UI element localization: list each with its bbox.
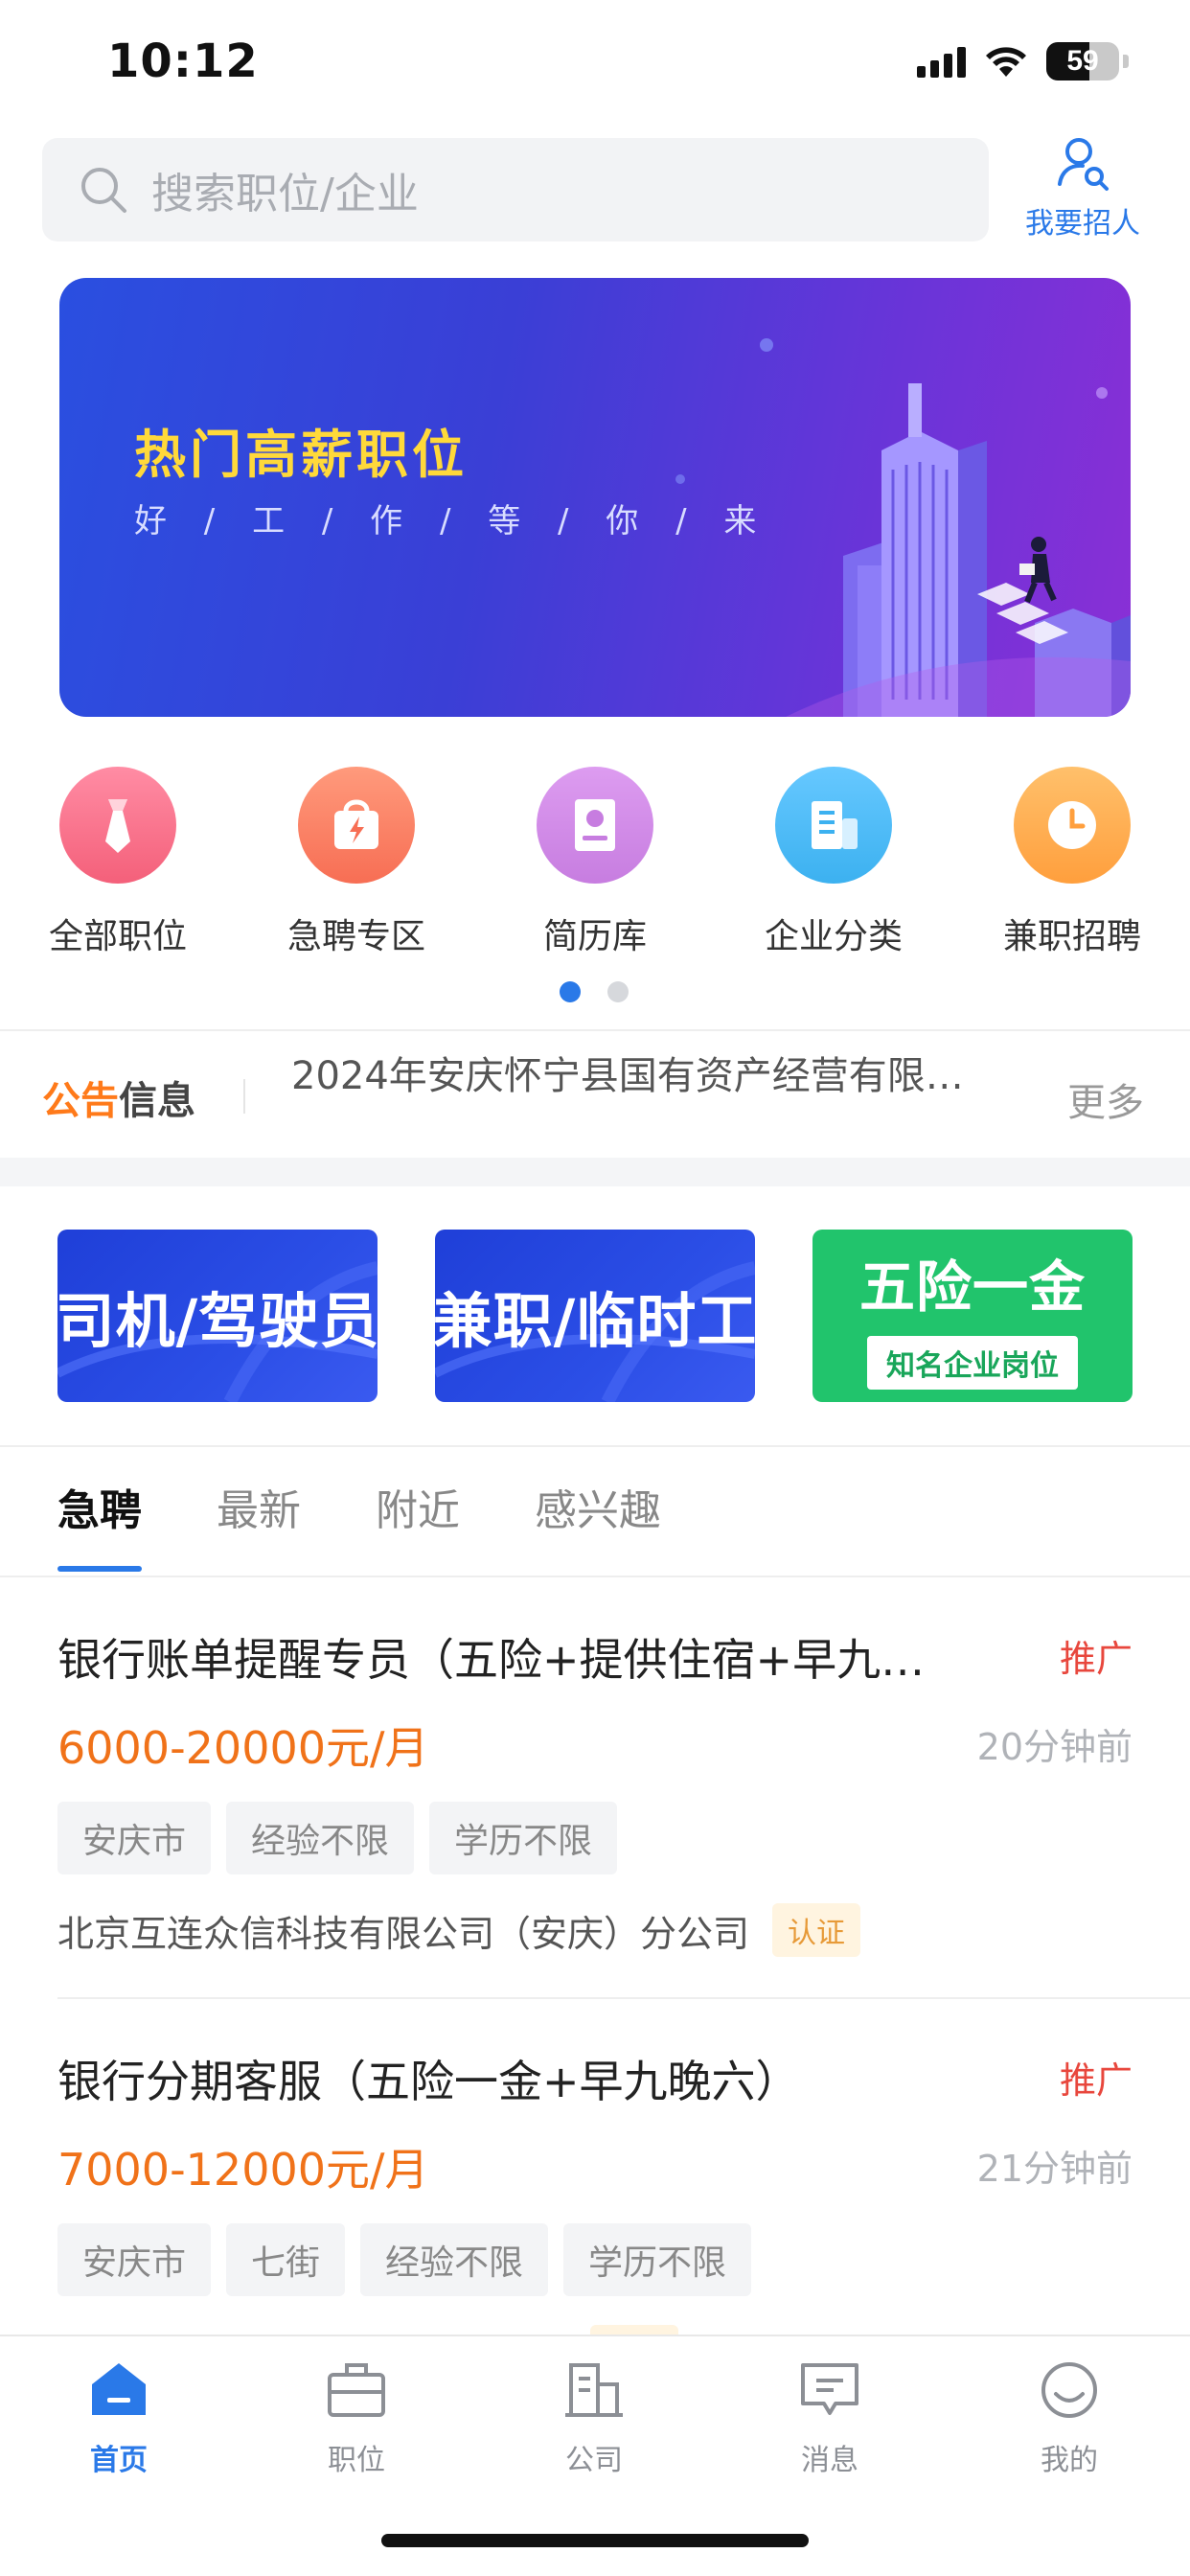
tab-latest[interactable]: 最新 [217, 1476, 301, 1572]
job-tags: 安庆市 七街 经验不限 学历不限 [57, 2223, 1133, 2296]
job-divider [57, 1997, 1190, 1999]
tile-sublabel: 知名企业岗位 [867, 1336, 1078, 1390]
nav-label: 我的 [1041, 2444, 1098, 2477]
tile-part-time[interactable]: 兼职/临时工 [435, 1230, 755, 1402]
job-time: 20分钟前 [976, 1726, 1133, 1768]
company-icon [565, 2363, 623, 2417]
job-card[interactable]: 银行分期客服（五险一金+早九晚六） 推广 7000-12000元/月 21分钟前… [57, 2047, 1133, 2379]
job-tag: 学历不限 [563, 2223, 752, 2296]
nav-label: 职位 [328, 2444, 385, 2477]
banner-subtitle: 好 / 工 / 作 / 等 / 你 / 来 [134, 502, 770, 540]
message-icon [801, 2363, 858, 2415]
job-tag: 安庆市 [57, 1802, 212, 1874]
divider [0, 1445, 1190, 1447]
section-gap [0, 1158, 1190, 1186]
tabs-divider [0, 1576, 1190, 1577]
job-tag: 安庆市 [57, 2223, 212, 2296]
signal-icon [917, 45, 966, 78]
nav-profile[interactable]: 我的 [993, 2358, 1146, 2478]
tab-urgent[interactable]: 急聘 [57, 1476, 142, 1572]
battery-icon: 59 [1046, 42, 1119, 80]
job-tag: 经验不限 [226, 1802, 415, 1874]
clock-icon [1014, 767, 1131, 884]
category-urgent[interactable]: 急聘专区 [251, 767, 462, 958]
nav-jobs[interactable]: 职位 [280, 2358, 433, 2478]
company-name: 北京互连众信科技有限公司（安庆）分公司 [57, 1912, 750, 1955]
category-part-time[interactable]: 兼职招聘 [967, 767, 1178, 958]
promo-label: 推广 [1059, 1638, 1133, 1680]
tile-label: 五险一金 [858, 1254, 1086, 1320]
recruit-label: 我要招人 [1025, 207, 1140, 241]
job-card[interactable]: 银行账单提醒专员（五险+提供住宿+早九晚六） 推广 6000-20000元/月 … [57, 1625, 1133, 1957]
status-icons: 59 [917, 42, 1129, 80]
banner-title: 热门高薪职位 [134, 425, 468, 485]
job-tag: 经验不限 [360, 2223, 549, 2296]
category-label: 简历库 [542, 917, 647, 956]
job-title: 银行账单提醒专员（五险+提供住宿+早九晚六） [57, 1634, 939, 1686]
nav-label: 首页 [90, 2444, 148, 2477]
smile-icon [1041, 2362, 1097, 2418]
page-indicator [560, 981, 629, 1002]
nav-company[interactable]: 公司 [517, 2358, 671, 2478]
job-tag: 七街 [226, 2223, 346, 2296]
page-dot-active[interactable] [560, 981, 581, 1002]
notice-divider [243, 1079, 245, 1114]
nav-messages[interactable]: 消息 [753, 2358, 906, 2478]
notice-logo: 公告信息 [42, 1070, 195, 1125]
promo-tiles: 司机/驾驶员 兼职/临时工 五险一金 知名企业岗位 [0, 1230, 1190, 1404]
search-input[interactable]: 搜索职位/企业 [42, 138, 989, 242]
nav-home[interactable]: 首页 [42, 2358, 195, 2478]
home-icon [92, 2363, 146, 2415]
notice-text[interactable]: 2024年安庆怀宁县国有资产经营有限公司公开招聘 [291, 1045, 981, 1100]
verified-badge: 认证 [772, 1903, 861, 1957]
tile-insurance[interactable]: 五险一金 知名企业岗位 [812, 1230, 1133, 1402]
tile-driver[interactable]: 司机/驾驶员 [57, 1230, 378, 1402]
category-all-jobs[interactable]: 全部职位 [12, 767, 223, 958]
job-title: 银行分期客服（五险一金+早九晚六） [57, 2056, 800, 2107]
tab-interested[interactable]: 感兴趣 [535, 1476, 661, 1572]
search-icon [81, 168, 126, 213]
tile-label: 兼职/临时工 [435, 1286, 755, 1356]
promo-banner[interactable]: 热门高薪职位 好 / 工 / 作 / 等 / 你 / 来 [59, 278, 1131, 717]
category-label: 全部职位 [48, 917, 187, 956]
category-label: 兼职招聘 [1002, 917, 1141, 956]
job-salary: 6000-20000元/月 [57, 1722, 429, 1774]
job-tags: 安庆市 经验不限 学历不限 [57, 1802, 1133, 1874]
promo-label: 推广 [1059, 2059, 1133, 2102]
category-label: 急聘专区 [286, 917, 425, 956]
search-placeholder: 搜索职位/企业 [151, 170, 419, 218]
job-company: 北京互连众信科技有限公司（安庆）分公司 认证 [57, 1903, 1133, 1957]
page-dot[interactable] [607, 981, 629, 1002]
tie-icon [59, 767, 176, 884]
status-time: 10:12 [107, 34, 259, 88]
user-search-icon [1058, 138, 1109, 191]
tab-nearby[interactable]: 附近 [376, 1476, 460, 1572]
job-time: 21分钟前 [976, 2148, 1133, 2190]
building-icon [775, 767, 892, 884]
briefcase-icon [328, 2363, 385, 2417]
job-tabs: 急聘 最新 附近 感兴趣 [57, 1476, 736, 1572]
notice-more-link[interactable]: 更多 [1067, 1071, 1144, 1127]
notice-logo-a: 公告 [42, 1079, 119, 1123]
nav-label: 公司 [565, 2444, 623, 2477]
bag-lightning-icon [298, 767, 415, 884]
job-tag: 学历不限 [429, 1802, 618, 1874]
notice-bar[interactable]: 公告信息 2024年安庆怀宁县国有资产经营有限公司公开招聘 更多 [0, 1029, 1190, 1156]
category-grid: 全部职位 急聘专区 简历库 企业分类 兼职招聘 [0, 767, 1190, 958]
battery-tip [1123, 55, 1129, 68]
category-company[interactable]: 企业分类 [728, 767, 939, 958]
resume-icon [537, 767, 653, 884]
battery-level: 59 [1066, 45, 1099, 77]
category-label: 企业分类 [764, 917, 903, 956]
job-salary: 7000-12000元/月 [57, 2144, 429, 2196]
recruit-button[interactable]: 我要招人 [1016, 134, 1150, 249]
wifi-icon [986, 47, 1026, 77]
notice-logo-b: 信息 [119, 1079, 195, 1123]
status-bar: 10:12 59 [0, 0, 1190, 125]
tile-label: 司机/驾驶员 [57, 1286, 378, 1356]
home-indicator[interactable] [381, 2534, 809, 2547]
category-resume[interactable]: 简历库 [490, 767, 700, 958]
nav-label: 消息 [801, 2444, 858, 2477]
